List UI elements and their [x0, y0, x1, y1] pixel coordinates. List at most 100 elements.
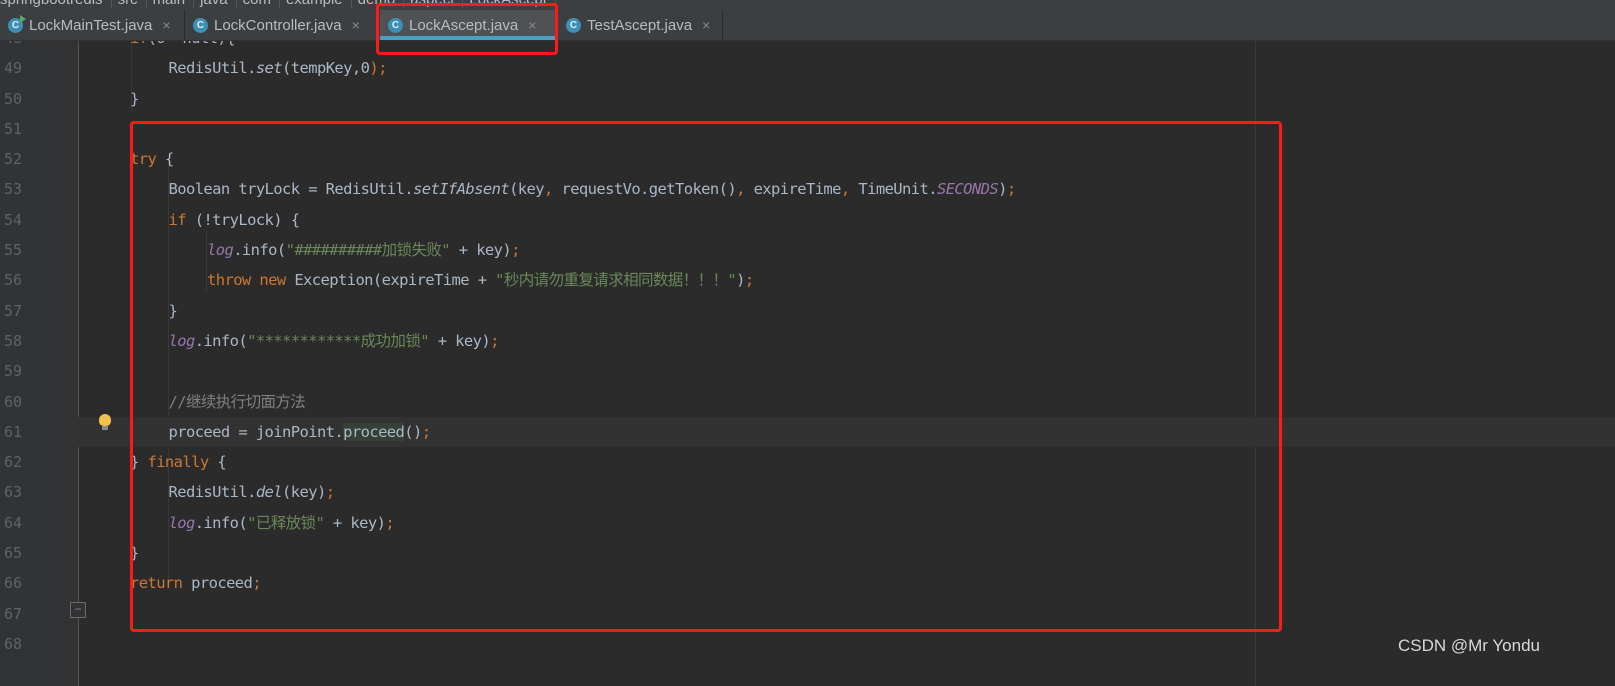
code-text: if (!tryLock) { [169, 205, 301, 235]
line-number: 53 [4, 180, 23, 199]
code-token: ; [744, 271, 754, 290]
code-token: ; [490, 331, 499, 350]
code-token: ; [252, 574, 261, 593]
code-line: 67 [0, 599, 1615, 629]
code-token: "秒内请勿重复请求相同数据！！！" [495, 271, 737, 290]
line-number: 49 [4, 59, 23, 78]
line-number: 68 [4, 634, 23, 653]
line-number: 54 [4, 210, 23, 229]
code-token: (key) [282, 483, 326, 502]
code-token: ; [325, 483, 335, 502]
breadcrumb-item[interactable]: springbootredis [0, 0, 112, 8]
code-text: } [169, 296, 178, 326]
code-text: Boolean tryLock = RedisUtil.setIfAbsent(… [169, 174, 1017, 204]
tab-lockcontroller[interactable]: C LockController.java × [185, 10, 377, 40]
line-number: 57 [4, 301, 23, 320]
line-number: 63 [4, 483, 23, 502]
code-token: log [207, 241, 234, 260]
code-text: throw new Exception(expireTime + "秒内请勿重复… [207, 265, 754, 295]
code-token: RedisUtil. [168, 59, 257, 78]
code-line: 54 if (!tryLock) { [0, 205, 1615, 235]
code-line: 63 RedisUtil.del(key); [0, 477, 1615, 507]
code-token: { [156, 150, 174, 169]
code-token: "已释放锁" [247, 513, 325, 532]
breadcrumb-item[interactable]: demo [358, 0, 405, 8]
tab-lockascept[interactable]: C LockAscept.java × [380, 10, 558, 40]
code-line: 56 throw new Exception(expireTime + "秒内请勿… [0, 265, 1615, 295]
code-text: RedisUtil.set(tempKey,0); [168, 53, 388, 83]
code-token: TimeUnit. [849, 180, 937, 199]
line-number: 67 [4, 604, 23, 623]
code-line: 50} [0, 84, 1615, 114]
close-icon[interactable]: × [702, 17, 710, 33]
breadcrumb-item[interactable]: example [286, 0, 352, 8]
code-token: .info( [194, 513, 248, 532]
breadcrumb-item[interactable]: java [200, 0, 237, 8]
code-text: log.info("##########加锁失败" + key); [207, 235, 520, 265]
code-line: 59 [0, 356, 1615, 386]
code-line: 68 [0, 629, 1615, 659]
code-token: , [736, 180, 745, 199]
code-token: ; [421, 422, 431, 441]
code-token: (o==null){ [147, 41, 235, 47]
close-icon[interactable]: × [528, 17, 536, 33]
line-number: 59 [4, 362, 23, 381]
code-token: setIfAbsent [413, 180, 510, 199]
breadcrumb-item[interactable]: LockAscept [469, 0, 556, 8]
code-line: 58 log.info("************成功加锁" + key); [0, 326, 1615, 356]
code-editor[interactable]: 48 if(o==null){ 49 RedisUtil.set(tempKey,0)… [0, 41, 1615, 686]
code-line: 51 [0, 114, 1615, 144]
tab-label: LockAscept.java [409, 16, 519, 34]
code-token: ; [511, 241, 520, 260]
code-line: 62 } finally { [0, 447, 1615, 477]
code-token: + key) [450, 241, 512, 260]
java-class-icon: C [193, 17, 208, 33]
code-lines: 48 if(o==null){ 49 RedisUtil.set(tempKey,0)… [0, 41, 1615, 659]
breadcrumb-item[interactable]: src [118, 0, 147, 8]
code-text: if(o==null){ [130, 41, 235, 53]
code-token: //继续执行切面方法 [168, 392, 306, 411]
code-line: 60 //继续执行切面方法 [0, 387, 1615, 417]
close-icon[interactable]: × [352, 17, 360, 33]
code-text: } [130, 538, 139, 568]
code-token: Exception(expireTime + [294, 271, 496, 290]
line-number: 60 [4, 392, 23, 411]
code-token: } [130, 453, 148, 472]
tab-label: LockController.java [214, 16, 342, 34]
code-line: 61 proceed = joinPoint.proceed(); [4, 416, 1615, 448]
tab-testascept[interactable]: C TestAscept.java × [558, 10, 723, 40]
line-number: 58 [4, 331, 23, 350]
code-token: ) [736, 271, 745, 290]
line-number: 64 [4, 513, 23, 532]
lightbulb-icon[interactable] [99, 414, 111, 430]
breadcrumb-item[interactable]: com [243, 0, 280, 8]
line-number: 62 [4, 453, 23, 472]
line-number: 48 [4, 41, 34, 53]
code-token: throw new [207, 271, 295, 290]
code-token: if [130, 41, 148, 47]
fold-icon[interactable]: − [70, 602, 86, 618]
code-token: proceed [182, 574, 253, 593]
code-line: 55 log.info("##########加锁失败" + key); [0, 235, 1615, 265]
code-line: 64 log.info("已释放锁" + key); [0, 508, 1615, 538]
code-text: } finally { [130, 447, 227, 477]
code-token: expireTime [744, 180, 842, 199]
breadcrumb-item[interactable]: main [153, 0, 195, 8]
code-token: + key) [428, 331, 491, 350]
code-line: 66 return proceed; [0, 568, 1615, 598]
code-token: return [130, 574, 183, 593]
close-icon[interactable]: × [162, 17, 170, 33]
line-number: 61 [4, 422, 23, 441]
code-token: log [168, 513, 196, 532]
code-token: ) [998, 180, 1007, 199]
code-token: } [130, 89, 139, 108]
breadcrumb-item[interactable]: aspect [410, 0, 464, 8]
code-text: proceed = joinPoint.proceed(); [169, 417, 431, 447]
code-text: try { [130, 144, 174, 174]
code-line: 48 if(o==null){ [0, 41, 1615, 53]
line-number: 52 [4, 150, 23, 169]
tab-label: LockMainTest.java [29, 16, 153, 34]
watermark: CSDN @Mr Yondu [1398, 636, 1540, 655]
tab-lockmaintest[interactable]: C LockMainTest.java × [0, 10, 185, 40]
line-number: 66 [4, 574, 23, 593]
